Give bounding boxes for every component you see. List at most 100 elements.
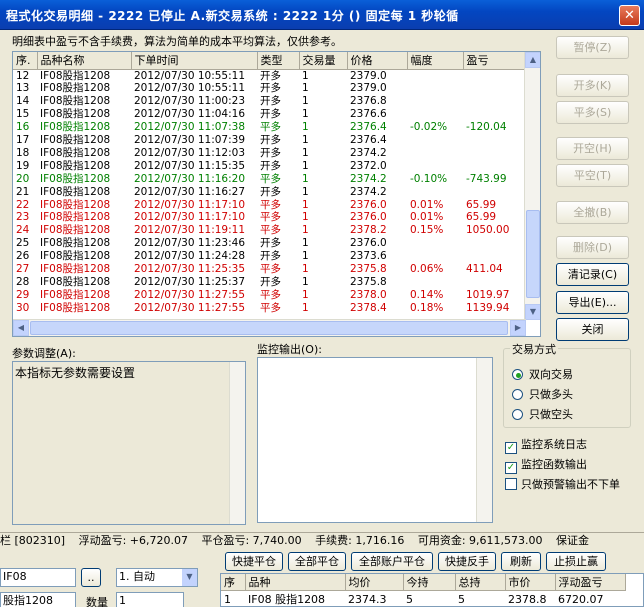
table-row[interactable]: 19 IF08股指1208 2012/07/30 11:15:35 开多 1 2372.0 — [13, 160, 526, 173]
table-row[interactable]: 12 IF08股指1208 2012/07/30 10:55:11 开多 1 2379.0 — [13, 69, 526, 82]
column-header[interactable]: 品种 — [245, 574, 346, 591]
export-button[interactable]: 导出(E)... — [556, 291, 629, 314]
open-short-button[interactable]: 开空(H) — [556, 137, 629, 160]
cell-qty: 1 — [302, 95, 309, 108]
delete-button[interactable]: 删除(D) — [556, 236, 629, 259]
params-textarea[interactable]: 本指标无参数需要设置 — [12, 361, 246, 525]
scroll-up-icon[interactable]: ▲ — [525, 52, 540, 68]
table-row[interactable]: 13 IF08股指1208 2012/07/30 10:55:11 开多 1 2379.0 — [13, 82, 526, 95]
table-row[interactable]: 28 IF08股指1208 2012/07/30 11:25:37 开多 1 2375.8 — [13, 276, 526, 289]
cell-type: 开多 — [260, 159, 281, 172]
clear-log-button[interactable]: 清记录(C) — [556, 263, 629, 286]
table-row[interactable]: 27 IF08股指1208 2012/07/30 11:25:35 平多 1 2375.8… — [13, 263, 526, 276]
table-row[interactable]: 30 IF08股指1208 2012/07/30 11:27:55 平多 1 2378.4… — [13, 302, 526, 315]
scroll-down-icon[interactable]: ▼ — [525, 304, 540, 320]
close-long-button[interactable]: 平多(S) — [556, 101, 629, 124]
contract-input[interactable]: IF08 — [0, 568, 76, 587]
column-header[interactable]: 交易量 — [299, 52, 348, 70]
hscroll-thumb[interactable] — [30, 321, 508, 335]
table-row[interactable]: 1 IF08 股指1208 2374.3 5 5 2378.8 6720.07 — [221, 591, 625, 607]
radio-both[interactable]: 双向交易 — [512, 366, 573, 382]
cell-price: 2378.0 — [350, 288, 387, 301]
cell-time: 2012/07/30 11:16:20 — [134, 172, 246, 185]
table-row[interactable]: 20 IF08股指1208 2012/07/30 11:16:20 平多 1 2374.2… — [13, 173, 526, 186]
table-row[interactable]: 15 IF08股指1208 2012/07/30 11:04:16 开多 1 2376.6 — [13, 108, 526, 121]
cell-qty: 1 — [302, 121, 309, 134]
column-header[interactable]: 下单时间 — [131, 52, 258, 70]
table-row[interactable]: 18 IF08股指1208 2012/07/30 11:12:03 开多 1 2374.2 — [13, 147, 526, 160]
cell-time: 2012/07/30 11:07:39 — [134, 134, 246, 147]
quick-reverse-button[interactable]: 快捷反手 — [438, 552, 496, 571]
cell-qty: 1 — [302, 198, 309, 211]
vertical-scrollbar[interactable]: ▲ ▼ — [524, 52, 540, 320]
cell-type: 开多 — [260, 276, 281, 288]
column-header[interactable]: 序 — [221, 574, 246, 591]
table-row[interactable]: 17 IF08股指1208 2012/07/30 11:07:39 开多 1 2376.4 — [13, 134, 526, 147]
quick-close-button[interactable]: 快捷平仓 — [225, 552, 283, 571]
column-header[interactable]: 幅度 — [407, 52, 464, 70]
table-row[interactable]: 25 IF08股指1208 2012/07/30 11:23:46 开多 1 2376.0 — [13, 237, 526, 250]
cell-price: 2376.4 — [350, 121, 387, 134]
cell-pnl — [463, 69, 526, 82]
cell-type: 开多 — [260, 95, 281, 108]
table-row[interactable]: 14 IF08股指1208 2012/07/30 11:00:23 开多 1 2376.8 — [13, 95, 526, 108]
checkbox-icon — [505, 478, 517, 490]
radio-short-only[interactable]: 只做空头 — [512, 406, 573, 422]
column-header[interactable]: 价格 — [347, 52, 408, 70]
cell-seq: 30 — [16, 301, 30, 314]
cell-name: IF08股指1208 — [40, 121, 111, 134]
trade-mode-title: 交易方式 — [510, 341, 558, 357]
monitor-scrollbar[interactable] — [476, 358, 492, 522]
cell-time: 2012/07/30 11:27:55 — [134, 301, 246, 314]
close-all-accounts-button[interactable]: 全部账户平仓 — [351, 552, 433, 571]
positions-table[interactable]: 序品种 均价 今持 总持 市价 浮动盈亏 1 IF08 股指1208 2374.3 5 5 2378… — [220, 573, 644, 607]
params-scrollbar[interactable] — [229, 362, 245, 524]
cell-name: IF08股指1208 — [40, 134, 111, 147]
cancel-all-button[interactable]: 全撤(B) — [556, 201, 629, 224]
close-pnl: 平仓盈亏: 7,740.00 — [201, 534, 302, 547]
radio-long-only[interactable]: 只做多头 — [512, 386, 573, 402]
cell-pnl — [463, 134, 526, 147]
cell-price: 2375.8 — [350, 276, 387, 288]
table-row[interactable]: 24 IF08股指1208 2012/07/30 11:19:11 平多 1 2378.2… — [13, 224, 526, 237]
fee: 手续费: 1,716.16 — [315, 534, 405, 547]
horizontal-scrollbar[interactable]: ◀ ▶ — [13, 319, 526, 336]
column-header[interactable]: 市价 — [505, 574, 556, 591]
column-header[interactable]: 今持 — [403, 574, 456, 591]
browse-contract-button[interactable]: .. — [81, 568, 101, 587]
table-row[interactable]: 21 IF08股指1208 2012/07/30 11:16:27 开多 1 2374.2 — [13, 186, 526, 199]
table-row[interactable]: 23 IF08股指1208 2012/07/30 11:17:10 平多 1 2376.0… — [13, 211, 526, 224]
column-header[interactable]: 序. — [13, 52, 38, 70]
check-function-output[interactable]: ✓ 监控函数输出 — [505, 456, 587, 474]
open-long-button[interactable]: 开多(K) — [556, 74, 629, 97]
contract-name-field[interactable]: 股指1208 — [0, 592, 76, 607]
close-short-button[interactable]: 平空(T) — [556, 164, 629, 187]
column-header[interactable]: 总持 — [455, 574, 506, 591]
table-row[interactable]: 26 IF08股指1208 2012/07/30 11:24:28 开多 1 2373.6 — [13, 250, 526, 263]
column-header[interactable]: 类型 — [257, 52, 300, 70]
quantity-input[interactable]: 1 — [116, 592, 184, 607]
monitor-output[interactable] — [257, 357, 493, 523]
scroll-thumb[interactable] — [526, 210, 540, 298]
column-header[interactable]: 均价 — [345, 574, 404, 591]
column-header[interactable]: 品种名称 — [37, 52, 132, 70]
scroll-right-icon[interactable]: ▶ — [510, 320, 526, 336]
chevron-down-icon[interactable]: ▼ — [182, 569, 197, 586]
close-window-button[interactable]: ✕ — [619, 5, 640, 26]
cell-seq: 27 — [16, 263, 30, 276]
pause-button[interactable]: 暂停(Z) — [556, 36, 629, 59]
check-alert-only[interactable]: 只做预警输出不下单 — [505, 476, 620, 492]
check-system-log[interactable]: ✓ 监控系统日志 — [505, 436, 587, 454]
stop-loss-button[interactable]: 止损止赢 — [546, 552, 606, 571]
table-row[interactable]: 16 IF08股指1208 2012/07/30 11:07:38 平多 1 2376.4… — [13, 121, 526, 134]
trade-detail-table[interactable]: 序. 品种名称 下单时间 类型 交易量 价格 幅度 盈亏 12 IF08股指1208 2012/0… — [12, 51, 541, 337]
table-row[interactable]: 29 IF08股指1208 2012/07/30 11:27:55 平多 1 2378.0… — [13, 289, 526, 302]
scroll-left-icon[interactable]: ◀ — [13, 320, 29, 336]
refresh-button[interactable]: 刷新 — [501, 552, 541, 571]
column-header[interactable]: 浮动盈亏 — [555, 574, 626, 591]
mode-select[interactable]: 1. 自动 ▼ — [116, 568, 198, 587]
column-header[interactable]: 盈亏 — [463, 52, 527, 70]
table-row[interactable]: 22 IF08股指1208 2012/07/30 11:17:10 平多 1 2376.0… — [13, 199, 526, 212]
close-all-button[interactable]: 全部平仓 — [288, 552, 346, 571]
close-button[interactable]: 关闭 — [556, 318, 629, 341]
